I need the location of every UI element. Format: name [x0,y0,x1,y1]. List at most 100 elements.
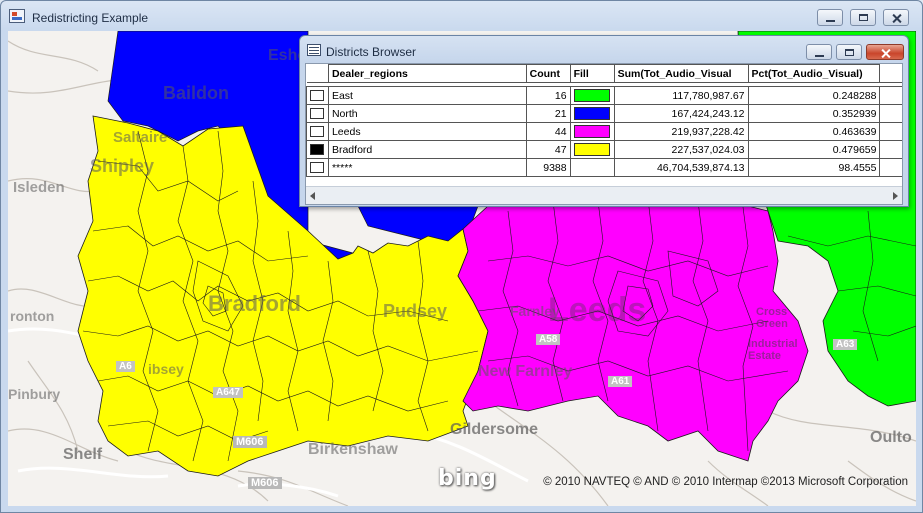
map-label-bradford: Bradford [208,291,301,316]
browser-icon [307,44,321,56]
horizontal-scrollbar[interactable] [306,186,902,204]
road-label-a6: A6 [116,361,135,372]
sum-cell[interactable]: 219,937,228.42 [613,122,749,141]
header-filler-cell [879,64,902,83]
region-name-cell[interactable]: Leeds [327,122,527,141]
row-select-cell[interactable] [306,158,329,177]
map-label-oulton: Oulto [870,429,912,446]
districts-browser-window[interactable]: Districts Browser Dealer_regions Count F… [299,35,909,207]
row-select-cell[interactable] [306,140,329,159]
title-bar[interactable]: Redistricting Example [1,1,922,31]
map-label-new-farnley: New Farnley [478,363,573,380]
map-label-pudsey: Pudsey [383,301,448,321]
fill-swatch [574,89,611,102]
region-name-cell[interactable]: Bradford [327,140,527,159]
browser-maximize-button[interactable] [836,44,862,60]
road-label-a63: A63 [833,339,858,350]
row-selector[interactable] [310,90,325,101]
table-header-row: Dealer_regions Count Fill Sum(Tot_Audio_… [306,64,902,83]
region-name-cell[interactable]: East [327,86,527,105]
row-selector-active[interactable] [310,144,325,155]
column-header-dealer-regions[interactable]: Dealer_regions [327,64,527,83]
map-label-isleden: Isleden [13,179,65,196]
column-header-pct[interactable]: Pct(Tot_Audio_Visual) [747,64,881,83]
map-label-farnley: Farnley [510,303,560,319]
browser-minimize-button[interactable] [806,44,832,60]
sum-cell[interactable]: 167,424,243.12 [613,104,749,123]
table-row[interactable]: East 16 117,780,987.67 0.248288 [306,86,902,105]
fill-swatch [574,143,611,156]
table-row[interactable]: ***** 9388 46,704,539,874.13 98.4555 [306,158,902,177]
count-cell[interactable]: 9388 [525,158,571,177]
header-select-cell [306,64,329,83]
row-select-cell[interactable] [306,104,329,123]
app-icon [9,9,25,23]
minimize-button[interactable] [817,9,843,26]
fill-cell[interactable] [569,86,615,105]
row-filler-cell [879,122,902,141]
sum-cell[interactable]: 117,780,987.67 [613,86,749,105]
fill-cell[interactable] [569,140,615,159]
count-cell[interactable]: 44 [525,122,571,141]
count-cell[interactable]: 47 [525,140,571,159]
maximize-button[interactable] [850,9,876,26]
browser-title: Districts Browser [326,45,417,59]
sum-cell[interactable]: 46,704,539,874.13 [613,158,749,177]
map-label-saltaire: Saltaire [113,129,168,146]
close-button[interactable] [883,9,909,26]
row-filler-cell [879,140,902,159]
pct-cell[interactable]: 0.248288 [747,86,881,105]
map-label-birkenshaw: Birkenshaw [308,441,398,458]
map-label-ronton: ronton [10,308,55,324]
pct-cell[interactable]: 0.352939 [747,104,881,123]
road-label-a61: A61 [608,376,633,387]
map-label-cross-green: Cross Green [756,306,788,330]
count-cell[interactable]: 16 [525,86,571,105]
table-row[interactable]: Bradford 47 227,537,024.03 0.479659 [306,140,902,159]
row-select-cell[interactable] [306,122,329,141]
table-row[interactable]: Leeds 44 219,937,228.42 0.463639 [306,122,902,141]
road-label-m606-a: M606 [233,436,267,448]
row-selector[interactable] [310,108,325,119]
region-name-cell[interactable]: ***** [327,158,527,177]
bing-logo: bing [438,466,497,491]
map-label-wibsey: ibsey [148,361,184,377]
fill-cell[interactable] [569,158,615,177]
column-header-sum[interactable]: Sum(Tot_Audio_Visual [613,64,749,83]
pct-cell[interactable]: 98.4555 [747,158,881,177]
fill-cell[interactable] [569,122,615,141]
browser-grid[interactable]: Dealer_regions Count Fill Sum(Tot_Audio_… [305,63,903,205]
window-title: Redistricting Example [32,11,149,25]
road-label-m606-b: M606 [248,477,282,489]
row-select-cell[interactable] [306,86,329,105]
pct-cell[interactable]: 0.463639 [747,122,881,141]
scroll-left-icon[interactable] [310,192,315,200]
map-label-industrial: Industrial Estate [748,338,798,362]
map-label-shipley: Shipley [90,156,155,176]
map-overlay-text: Leeds [548,291,646,329]
browser-close-button[interactable] [866,44,904,60]
map-label-leeds: Leeds [548,291,646,329]
map-label-gildersome: Gildersome [450,421,539,438]
column-header-count[interactable]: Count [525,64,571,83]
road-label-a58: A58 [536,334,561,345]
road-label-a647: A647 [213,387,243,398]
table-row[interactable]: North 21 167,424,243.12 0.352939 [306,104,902,123]
fill-swatch [574,107,611,120]
districts-table: Dealer_regions Count Fill Sum(Tot_Audio_… [306,64,902,177]
map-label-pinbury: Pinbury [8,386,61,402]
region-name-cell[interactable]: North [327,104,527,123]
scroll-right-icon[interactable] [893,192,898,200]
count-cell[interactable]: 21 [525,104,571,123]
row-filler-cell [879,104,902,123]
row-selector[interactable] [310,162,325,173]
row-filler-cell [879,158,902,177]
map-copyright: © 2010 NAVTEQ © AND © 2010 Intermap ©201… [543,476,908,488]
row-selector[interactable] [310,126,325,137]
pct-cell[interactable]: 0.479659 [747,140,881,159]
row-filler-cell [879,86,902,105]
fill-cell[interactable] [569,104,615,123]
sum-cell[interactable]: 227,537,024.03 [613,140,749,159]
map-label-baildon: Baildon [163,83,229,103]
column-header-fill[interactable]: Fill [569,64,615,83]
